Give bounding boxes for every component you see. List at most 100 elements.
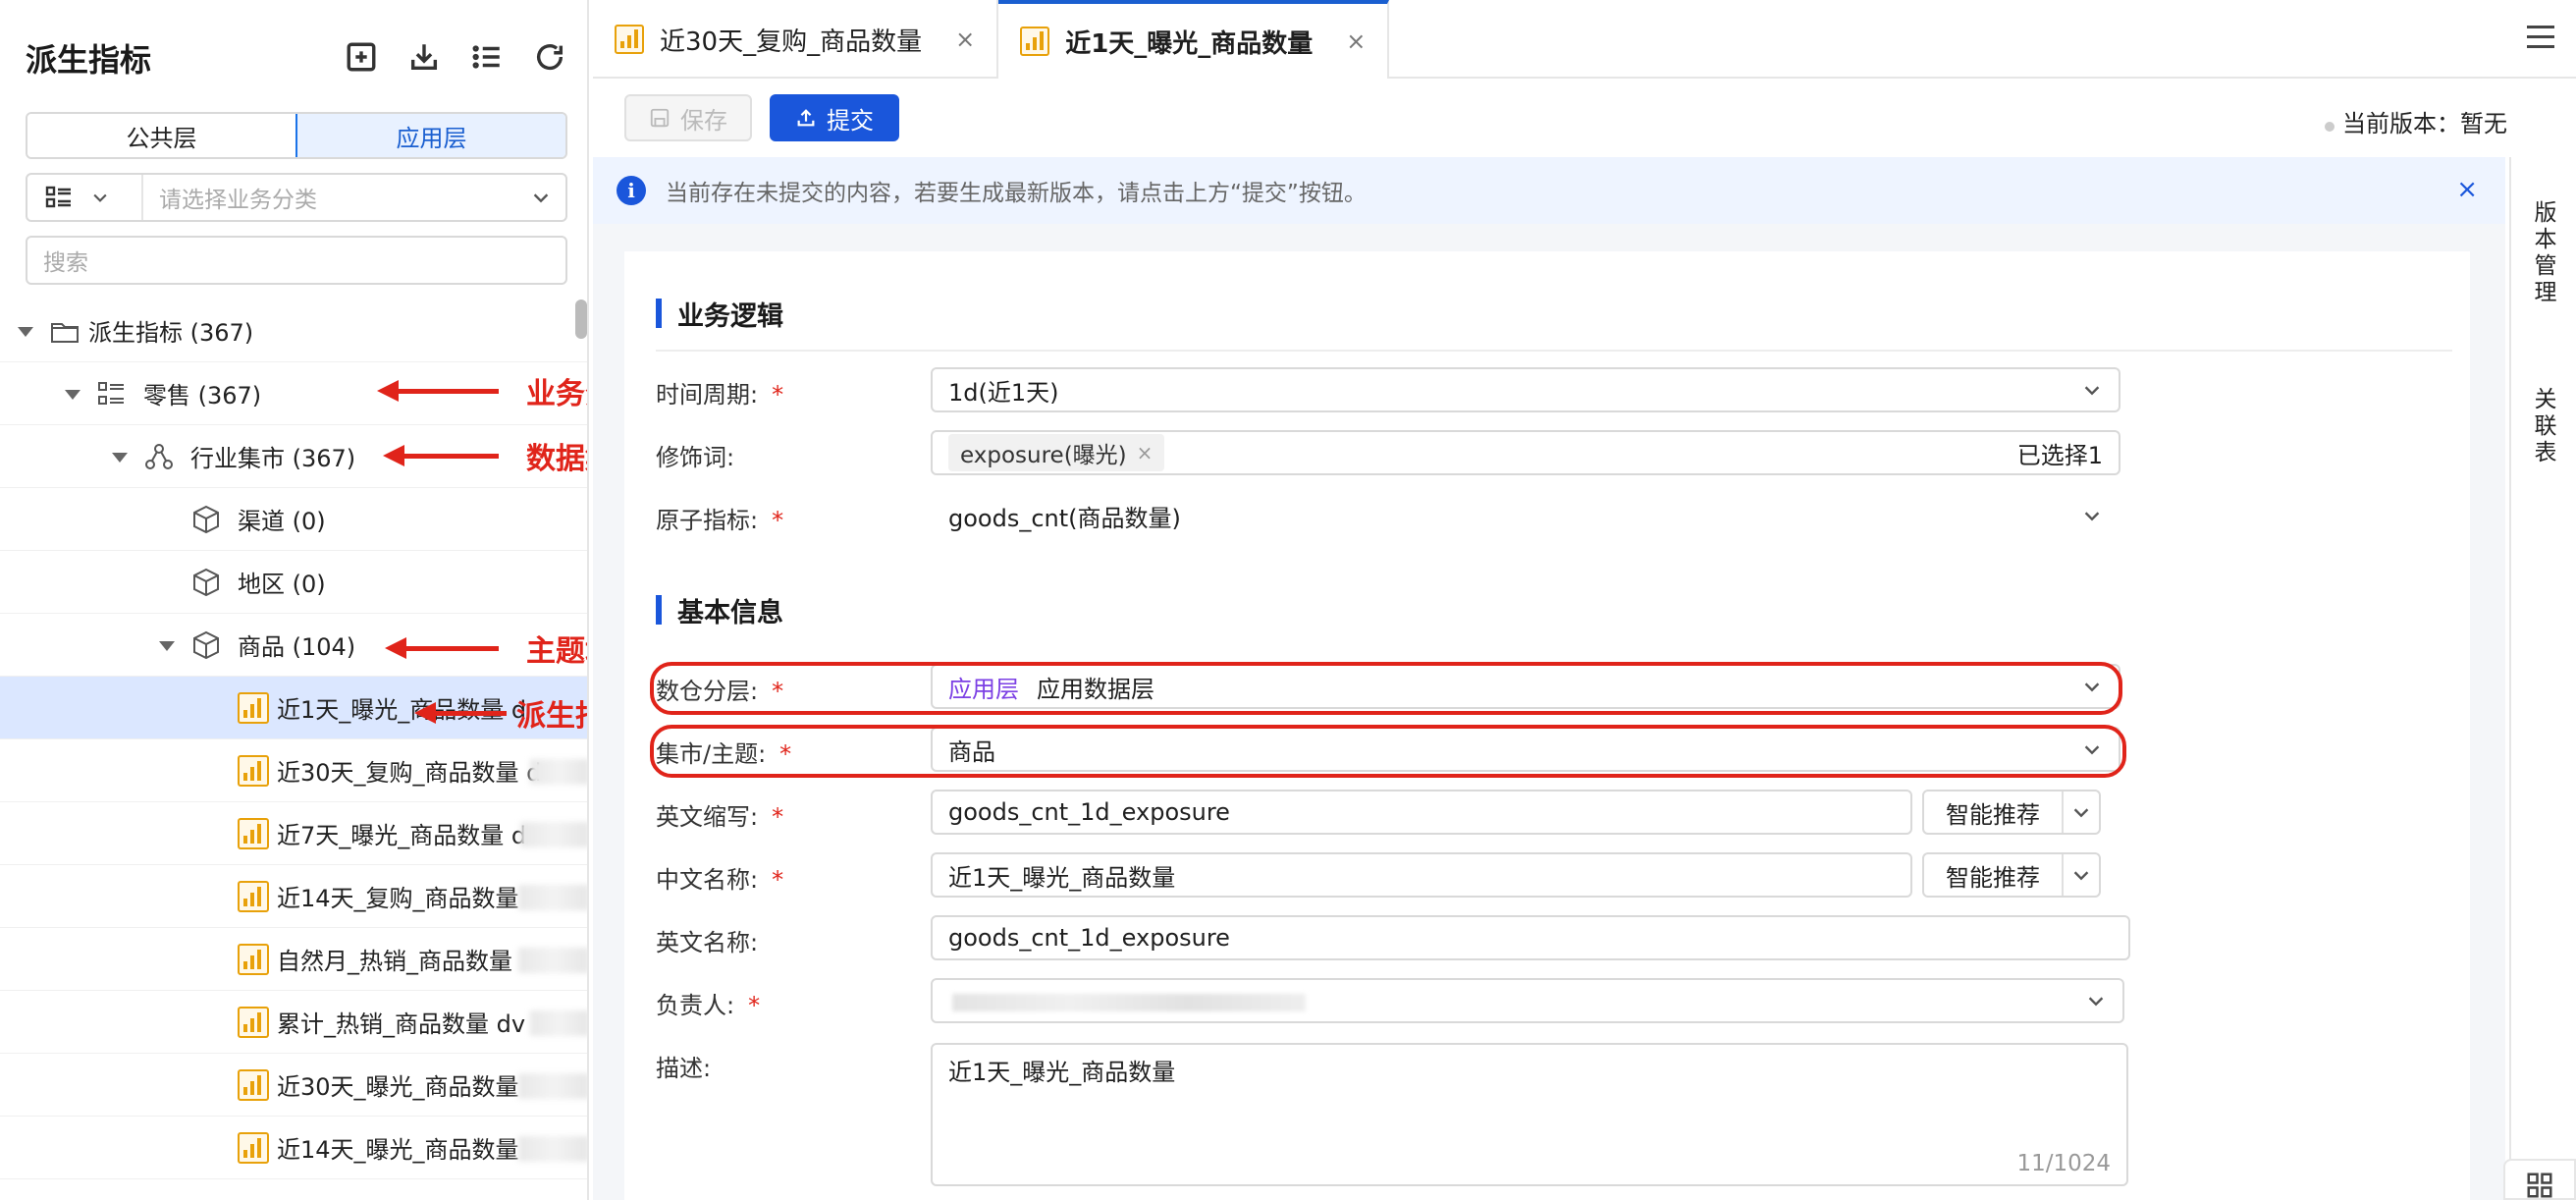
caret-down-icon[interactable] bbox=[18, 327, 33, 337]
close-icon[interactable]: × bbox=[1346, 27, 1366, 55]
smart-recommend-button[interactable]: 智能推荐 bbox=[1922, 852, 2101, 898]
list-icon[interactable] bbox=[469, 39, 505, 75]
redacted-text bbox=[518, 948, 587, 973]
tab-exposure-metric[interactable]: 近1天_曝光_商品数量 × bbox=[998, 0, 1390, 79]
view-mode-toggle[interactable] bbox=[27, 175, 143, 220]
section-business-logic: 业务逻辑 bbox=[656, 295, 783, 333]
en-name-label: 英文名称: bbox=[656, 929, 759, 956]
caret-down-icon[interactable] bbox=[112, 453, 128, 463]
redacted-text bbox=[518, 1136, 587, 1162]
tree-scrollbar[interactable] bbox=[575, 300, 587, 339]
chevron-down-icon bbox=[2081, 379, 2103, 401]
tree-node-channel[interactable]: 渠道 (0) bbox=[0, 488, 587, 551]
cube-icon bbox=[193, 505, 219, 534]
close-icon[interactable]: × bbox=[955, 26, 975, 53]
description-textarea[interactable]: 近1天_曝光_商品数量 11/1024 bbox=[931, 1043, 2128, 1186]
tree-node-goods[interactable]: 商品 (104) bbox=[0, 614, 587, 677]
metric-form: 业务逻辑 时间周期: * 1d(近1天) 修饰词: exposure(曝光) × 已… bbox=[624, 251, 2470, 1200]
tree-leaf-metric[interactable]: 近7天_曝光_商品数量 d bbox=[0, 802, 587, 865]
en-abbr-label: 英文缩写: * bbox=[656, 803, 784, 831]
annotation-derived-metric: 派生指标 bbox=[516, 699, 587, 734]
metric-icon bbox=[238, 1007, 269, 1038]
metric-icon bbox=[238, 881, 269, 912]
close-icon[interactable]: × bbox=[2456, 175, 2478, 204]
segment-app-layer[interactable]: 应用层 bbox=[297, 114, 565, 157]
metric-icon bbox=[1020, 27, 1050, 56]
import-icon[interactable] bbox=[406, 39, 442, 75]
tree-leaf-metric[interactable]: 近14天_复购_商品数量 bbox=[0, 865, 587, 928]
chevron-down-icon[interactable] bbox=[2064, 801, 2099, 823]
tag-close-icon[interactable]: × bbox=[1137, 441, 1154, 464]
owner-label: 负责人: * bbox=[656, 992, 761, 1019]
caret-down-icon[interactable] bbox=[65, 390, 80, 400]
metric-icon bbox=[238, 944, 269, 975]
metric-icon bbox=[238, 818, 269, 849]
annotation-arrow bbox=[377, 380, 499, 402]
annotation-arrow bbox=[385, 637, 499, 659]
refresh-icon[interactable] bbox=[532, 39, 567, 75]
data-mart-icon bbox=[145, 444, 173, 469]
annotation-highlight-box bbox=[650, 725, 2126, 778]
menu-icon[interactable] bbox=[2527, 26, 2554, 55]
atomic-metric-select[interactable]: goods_cnt(商品数量) bbox=[931, 493, 2120, 538]
segment-public-layer[interactable]: 公共层 bbox=[27, 114, 297, 157]
category-select[interactable]: 请选择业务分类 bbox=[26, 173, 567, 222]
smart-recommend-button[interactable]: 智能推荐 bbox=[1922, 790, 2101, 835]
chevron-down-icon[interactable] bbox=[2064, 864, 2099, 886]
redacted-text bbox=[518, 1073, 587, 1099]
category-placeholder: 请选择业务分类 bbox=[159, 188, 317, 213]
time-period-select[interactable]: 1d(近1天) bbox=[931, 367, 2120, 412]
cn-name-label: 中文名称: * bbox=[656, 866, 784, 894]
version-indicator: 当前版本：暂无 bbox=[2325, 104, 2507, 138]
cn-name-input[interactable]: 近1天_曝光_商品数量 bbox=[931, 852, 1912, 898]
search-input[interactable]: 搜索 bbox=[26, 236, 567, 285]
metric-tree: 派生指标 (367) 零售 (367) 行业集市 (367) 渠道 (0) 地区… bbox=[0, 300, 587, 1179]
tree-node-retail[interactable]: 零售 (367) bbox=[0, 362, 587, 425]
chevron-down-icon bbox=[93, 193, 107, 202]
submit-button[interactable]: 提交 bbox=[770, 94, 899, 141]
caret-down-icon[interactable] bbox=[159, 641, 175, 651]
tree-leaf-metric[interactable]: 近14天_曝光_商品数量 bbox=[0, 1117, 587, 1179]
tab-repurchase-metric[interactable]: 近30天_复购_商品数量 × bbox=[593, 0, 999, 79]
tree-leaf-metric[interactable]: 近30天_曝光_商品数量 bbox=[0, 1054, 587, 1117]
panel-toolbar bbox=[344, 39, 567, 75]
time-period-label: 时间周期: * bbox=[656, 381, 784, 409]
tree-node-region[interactable]: 地区 (0) bbox=[0, 551, 587, 614]
chevron-down-icon bbox=[516, 187, 565, 208]
redacted-text bbox=[530, 1010, 587, 1036]
chevron-down-icon bbox=[2085, 990, 2107, 1011]
cube-icon bbox=[193, 568, 219, 597]
atomic-metric-label: 原子指标: * bbox=[656, 507, 784, 534]
apps-grid-icon[interactable] bbox=[2503, 1159, 2576, 1200]
category-list-icon bbox=[45, 186, 71, 208]
save-button[interactable]: 保存 bbox=[624, 94, 752, 141]
en-abbr-input[interactable]: goods_cnt_1d_exposure bbox=[931, 790, 1912, 835]
tree-leaf-metric[interactable]: 累计_热销_商品数量 dv bbox=[0, 991, 587, 1054]
panel-title: 派生指标 bbox=[26, 41, 152, 79]
modifier-select[interactable]: exposure(曝光) × 已选择1 bbox=[931, 430, 2120, 475]
left-panel: 派生指标 公共层 应用层 请选择业务分类 搜索 派生指标 (367) 零售 (3… bbox=[0, 0, 589, 1200]
redacted-text bbox=[530, 759, 587, 785]
tree-node-root[interactable]: 派生指标 (367) bbox=[0, 300, 587, 362]
redacted-text bbox=[518, 885, 587, 910]
tree-leaf-metric[interactable]: 近1天_曝光_商品数量 d bbox=[0, 677, 587, 739]
section-basic-info: 基本信息 bbox=[656, 591, 783, 629]
version-management-tab[interactable]: 版本管理 bbox=[2531, 200, 2560, 306]
add-icon[interactable] bbox=[344, 39, 379, 75]
related-tables-tab[interactable]: 关联表 bbox=[2531, 387, 2560, 466]
modifier-tag: exposure(曝光) × bbox=[948, 434, 1165, 471]
tree-leaf-metric[interactable]: 自然月_热销_商品数量 bbox=[0, 928, 587, 991]
metric-icon bbox=[238, 1069, 269, 1101]
en-name-input[interactable]: goods_cnt_1d_exposure bbox=[931, 915, 2130, 960]
chevron-down-icon bbox=[2081, 505, 2103, 526]
annotation-arrow bbox=[414, 702, 507, 724]
description-label: 描述: bbox=[656, 1055, 712, 1082]
tree-node-industry-mart[interactable]: 行业集市 (367) bbox=[0, 425, 587, 488]
metric-icon bbox=[615, 25, 644, 54]
category-list-icon bbox=[98, 382, 124, 405]
cube-icon bbox=[193, 630, 219, 660]
tree-leaf-metric[interactable]: 近30天_复购_商品数量 d bbox=[0, 739, 587, 802]
unsubmitted-alert: i 当前存在未提交的内容，若要生成最新版本，请点击上方“提交”按钮。 × bbox=[593, 157, 2505, 224]
annotation-arrow bbox=[383, 445, 499, 466]
owner-select[interactable] bbox=[931, 978, 2124, 1023]
